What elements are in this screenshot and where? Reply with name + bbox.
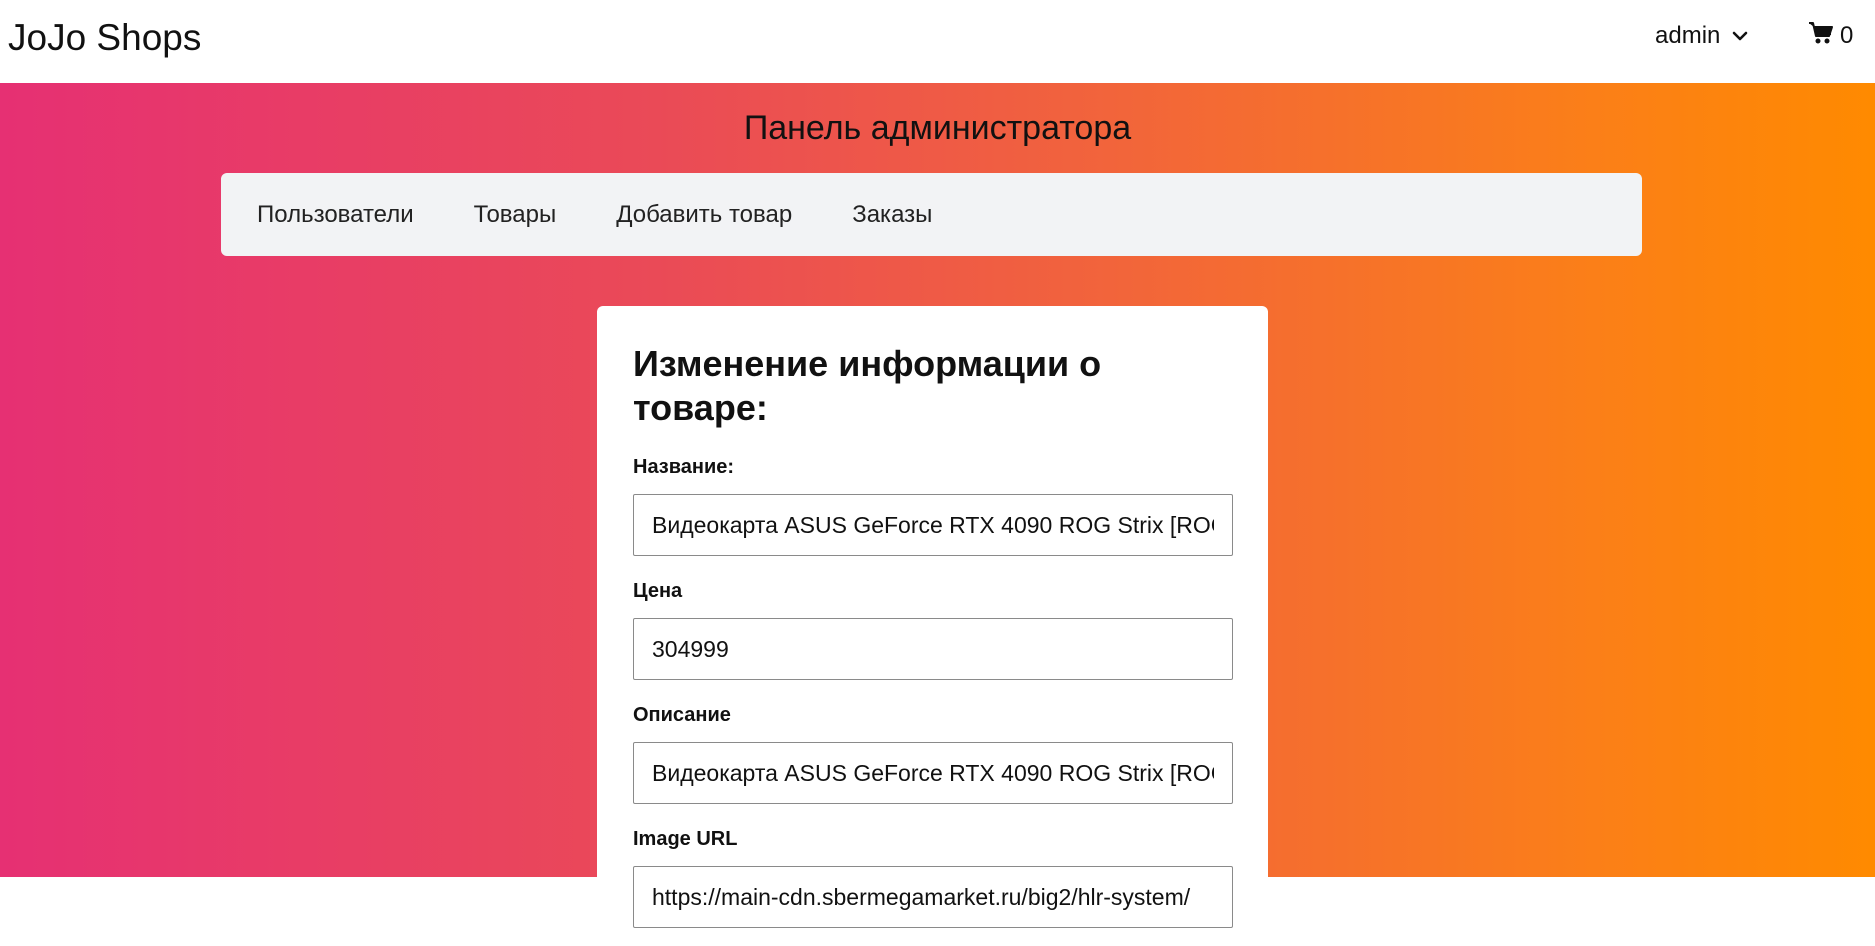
price-label: Цена xyxy=(633,580,683,602)
edit-product-card: Изменение информации о товаре: Название:… xyxy=(597,306,1268,946)
nav-item-users[interactable]: Пользователи xyxy=(257,201,414,229)
admin-panel-background: Панель администратора Пользователи Товар… xyxy=(0,83,1875,946)
nav-item-add-product[interactable]: Добавить товар xyxy=(616,201,792,229)
nav-item-products[interactable]: Товары xyxy=(474,201,557,229)
image-url-input[interactable] xyxy=(633,866,1233,928)
page-title: Панель администратора xyxy=(743,109,1132,147)
cart-button[interactable]: 0 xyxy=(1808,20,1853,52)
top-navbar: JoJo Shops admin 0 xyxy=(0,0,1875,83)
description-label: Описание xyxy=(633,704,731,726)
user-menu-toggle[interactable]: admin xyxy=(1655,20,1748,52)
description-input[interactable] xyxy=(633,742,1233,804)
admin-nav: Пользователи Товары Добавить товар Заказ… xyxy=(221,173,1642,256)
chevron-down-icon xyxy=(1732,30,1748,42)
name-label: Название: xyxy=(633,456,735,478)
brand-logo[interactable]: JoJo Shops xyxy=(8,16,201,60)
nav-item-orders[interactable]: Заказы xyxy=(852,201,932,229)
cart-count: 0 xyxy=(1840,22,1854,49)
price-input[interactable] xyxy=(633,618,1233,680)
cart-icon xyxy=(1808,21,1834,52)
name-input[interactable] xyxy=(633,494,1233,556)
user-name: admin xyxy=(1655,22,1721,49)
image-url-label: Image URL xyxy=(633,828,738,850)
form-title: Изменение информации о товаре: xyxy=(633,343,1102,428)
